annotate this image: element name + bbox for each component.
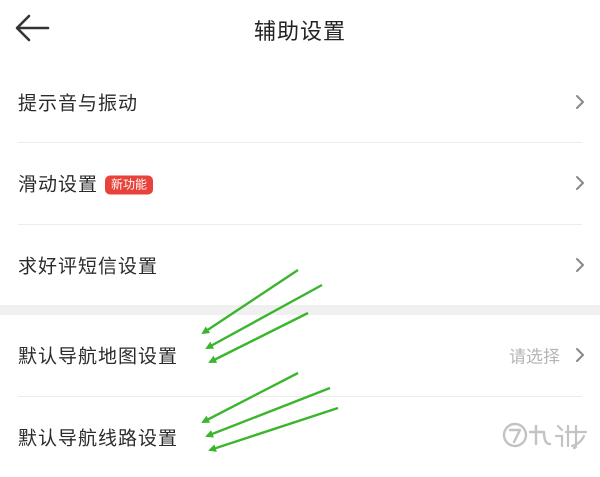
section-gap	[0, 305, 600, 315]
select-placeholder: 请选择	[509, 347, 560, 368]
settings-item-swipe[interactable]: 滑动设置 新功能	[0, 143, 600, 223]
settings-item-label: 求好评短信设置	[18, 255, 159, 278]
settings-item-label: 提示音与振动	[18, 92, 139, 115]
header-bar: 辅助设置	[0, 0, 600, 58]
chevron-right-icon	[574, 346, 586, 364]
settings-item-sound-vibration[interactable]: 提示音与振动	[0, 62, 600, 142]
settings-item-label: 滑动设置 新功能	[18, 170, 154, 197]
settings-item-default-nav-map[interactable]: 默认导航地图设置 请选择	[0, 315, 600, 395]
chevron-right-icon	[574, 174, 586, 192]
chevron-right-icon	[574, 256, 586, 274]
settings-item-label-text: 滑动设置	[18, 173, 99, 196]
settings-item-label: 默认导航地图设置	[18, 345, 179, 368]
settings-item-review-sms[interactable]: 求好评短信设置	[0, 225, 600, 305]
page-title: 辅助设置	[253, 20, 346, 45]
settings-item-label: 默认导航线路设置	[18, 427, 179, 450]
new-feature-badge: 新功能	[105, 175, 154, 195]
chevron-right-icon	[574, 93, 586, 111]
jiuyou-logo	[502, 422, 588, 450]
